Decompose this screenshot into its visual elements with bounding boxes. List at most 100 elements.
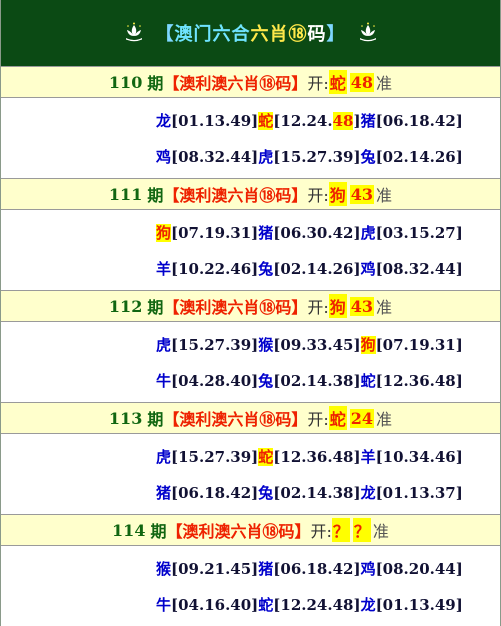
number-group: [02.14.38]: [273, 483, 361, 502]
open-number: 24: [349, 408, 375, 428]
number-group: [02.14.38]: [273, 371, 361, 390]
issue-header: 112 期【澳利澳六肖⑱码】 开: 狗 43 准: [1, 290, 500, 322]
title-part-4: ⑱: [288, 24, 308, 45]
zodiac-label: 猪: [258, 559, 274, 578]
zodiac-label: 羊: [360, 447, 376, 466]
number-group: [06.30.42]: [273, 223, 361, 242]
prediction-row: 牛[04.16.40]蛇[12.24.48]龙[01.13.49]: [1, 594, 500, 615]
zodiac-label: 龙: [360, 595, 376, 614]
issue-title: 【澳利澳六肖⑱码】: [163, 186, 308, 205]
number-group: [04.16.40]: [171, 595, 259, 614]
number-group: [12.24.: [273, 111, 333, 130]
issue-header: 114 期【澳利澳六肖⑱码】 开:？？准: [1, 514, 500, 546]
open-zodiac: 蛇: [328, 70, 347, 94]
title-part-3: 六肖: [250, 24, 289, 45]
open-zodiac: ？: [331, 518, 350, 542]
open-number: ？: [352, 518, 371, 542]
prediction-row: 猪[06.18.42]兔[02.14.38]龙[01.13.37]: [1, 482, 500, 503]
number-group: [10.22.46]: [171, 259, 259, 278]
title-part-2: 六合: [212, 24, 251, 45]
zodiac-label: 猪: [156, 483, 172, 502]
number-group: [04.28.40]: [171, 371, 259, 390]
header-banner: 【澳门六合六肖⑱码】: [1, 0, 500, 66]
issue-title: 【澳利澳六肖⑱码】: [163, 298, 308, 317]
lotus-emblem-icon: [122, 22, 145, 44]
page: 【澳门六合六肖⑱码】 110 期【澳利澳六肖⑱码】 开: 蛇 48 准龙[01.13.49…: [0, 0, 501, 626]
number-group: [03.15.27]: [375, 223, 463, 242]
number-group: [06.18.42]: [171, 483, 259, 502]
prediction-block: 虎[15.27.39]猴[09.33.45]狗[07.19.31] 牛[04.28…: [1, 322, 500, 402]
zodiac-label: 虎: [156, 447, 172, 466]
issue-title: 【澳利澳六肖⑱码】: [163, 74, 308, 93]
issue-title: 【澳利澳六肖⑱码】: [166, 522, 311, 541]
prediction-row: 羊[10.22.46]兔[02.14.26]鸡[08.32.44]: [1, 258, 500, 279]
open-zodiac: 蛇: [328, 406, 347, 430]
number-group: [06.18.42]: [273, 559, 361, 578]
zodiac-label: 猴: [156, 559, 172, 578]
number-group: [07.19.31]: [171, 223, 259, 242]
zodiac-label: 鸡: [360, 559, 376, 578]
zodiac-label: 鸡: [156, 147, 172, 166]
issue-period-label: 期: [147, 410, 164, 429]
number-group: [08.32.44]: [171, 147, 259, 166]
number-group: [07.19.31]: [375, 335, 463, 354]
number-group: [10.34.46]: [375, 447, 463, 466]
number-group: [06.18.42]: [375, 111, 463, 130]
open-zodiac: 狗: [328, 182, 347, 206]
open-number: 43: [349, 184, 375, 204]
number-group: [15.27.39]: [171, 447, 259, 466]
number-group: [12.24.48]: [273, 595, 361, 614]
zodiac-label: 牛: [156, 595, 172, 614]
number-group-end: ]: [353, 111, 361, 130]
issue-number: 114: [112, 520, 146, 540]
title-bracket-left: 【: [155, 24, 175, 45]
zodiac-label: 龙: [360, 483, 376, 502]
prediction-row: 虎[15.27.39]猴[09.33.45]狗[07.19.31]: [1, 334, 500, 355]
zodiac-label: 虎: [360, 223, 376, 242]
number-group: [08.32.44]: [375, 259, 463, 278]
issue-period-label: 期: [150, 522, 167, 541]
prediction-row: 虎[15.27.39]蛇[12.36.48]羊[10.34.46]: [1, 446, 500, 467]
zodiac-label: 蛇: [258, 111, 274, 130]
issue-header: 111 期【澳利澳六肖⑱码】 开: 狗 43 准: [1, 178, 500, 210]
zodiac-label: 牛: [156, 371, 172, 390]
prediction-row: 狗[07.19.31]猪[06.30.42]虎[03.15.27]: [1, 222, 500, 243]
accuracy-label: 准: [376, 74, 393, 93]
issue-period-label: 期: [147, 298, 164, 317]
zodiac-label: 虎: [258, 147, 274, 166]
prediction-row: 猴[09.21.45]猪[06.18.42]鸡[08.20.44]: [1, 558, 500, 579]
issue-period-label: 期: [147, 74, 164, 93]
issue-period-label: 期: [147, 186, 164, 205]
open-number: 48: [349, 72, 375, 92]
prediction-block: 狗[07.19.31]猪[06.30.42]虎[03.15.27] 羊[10.22…: [1, 210, 500, 290]
zodiac-label: 蛇: [258, 447, 274, 466]
number-group: [15.27.39]: [273, 147, 361, 166]
zodiac-label: 蛇: [360, 371, 376, 390]
number-group: [12.36.48]: [375, 371, 463, 390]
title-bracket-right: 】: [326, 24, 346, 45]
open-label: 开:: [307, 186, 329, 205]
accuracy-label: 准: [376, 410, 393, 429]
zodiac-label: 虎: [156, 335, 172, 354]
issue-title: 【澳利澳六肖⑱码】: [163, 410, 308, 429]
issue-number: 110: [108, 72, 143, 92]
open-zodiac: 狗: [328, 294, 347, 318]
zodiac-label: 猪: [258, 223, 274, 242]
issue-number: 111: [108, 184, 143, 204]
accuracy-label: 准: [376, 298, 393, 317]
open-number: 43: [349, 296, 375, 316]
number-group: [01.13.49]: [171, 111, 259, 130]
open-label: 开:: [310, 522, 332, 541]
issue-number: 112: [108, 296, 143, 316]
prediction-row: 鸡[08.32.44]虎[15.27.39]兔[02.14.26]: [1, 146, 500, 167]
prediction-block: 猴[09.21.45]猪[06.18.42]鸡[08.20.44] 牛[04.16…: [1, 546, 500, 626]
hit-number: 48: [332, 111, 354, 130]
open-label: 开:: [307, 298, 329, 317]
prediction-block: 龙[01.13.49]蛇[12.24.48]猪[06.18.42] 鸡[08.32…: [1, 98, 500, 178]
zodiac-label: 兔: [258, 371, 274, 390]
lotus-emblem-icon: [359, 22, 376, 42]
prediction-block: 虎[15.27.39]蛇[12.36.48]羊[10.34.46] 猪[06.18…: [1, 434, 500, 514]
open-label: 开:: [307, 74, 329, 93]
number-group: [08.20.44]: [375, 559, 463, 578]
zodiac-label: 龙: [156, 111, 172, 130]
